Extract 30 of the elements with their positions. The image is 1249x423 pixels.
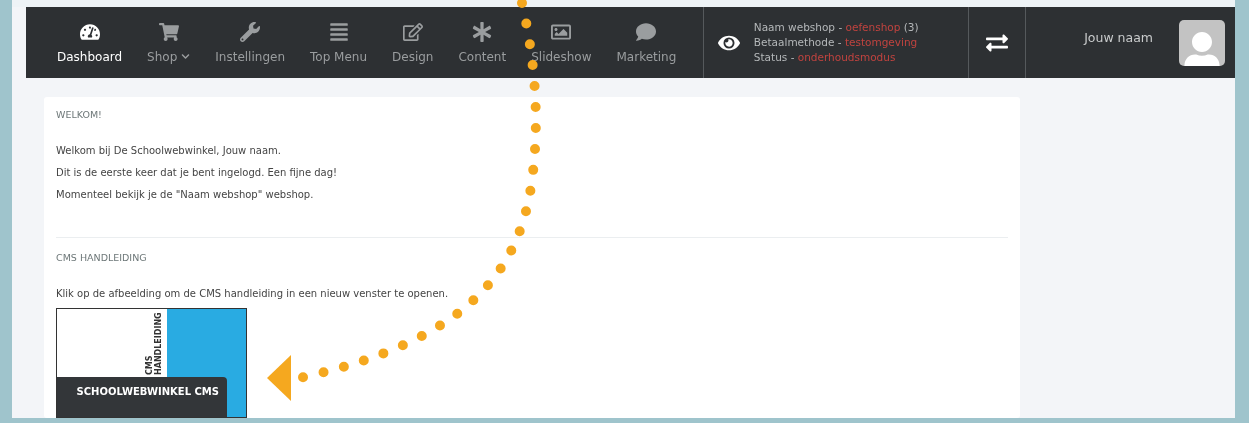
swap-arrows-icon bbox=[985, 31, 1008, 54]
nav-item[interactable]: Slideshow bbox=[518, 7, 604, 78]
asterisk-icon bbox=[472, 21, 493, 42]
nav-item[interactable]: Shop bbox=[134, 7, 203, 78]
nav-item[interactable]: Top Menu bbox=[297, 7, 380, 78]
manual-cover-thumbnail[interactable]: CMS HANDLEIDING SCHOOLWEBWINKEL CMS bbox=[56, 308, 247, 418]
nav-item[interactable]: Design bbox=[379, 7, 446, 78]
nav-item[interactable]: Dashboard bbox=[26, 7, 135, 78]
gauge-icon bbox=[79, 21, 100, 42]
cart-icon bbox=[158, 21, 179, 42]
section-heading: CMS HANDLEIDING bbox=[56, 252, 148, 263]
welcome-text: Momenteel bekijk je de "Naam webshop" webshop. bbox=[56, 189, 315, 200]
avatar-placeholder[interactable] bbox=[1179, 19, 1225, 66]
wrench-icon bbox=[240, 21, 261, 42]
welcome-text: Welkom bij De Schoolwebwinkel, Jouw naam. bbox=[56, 145, 282, 156]
webshop-info-line: Betaalmethode - testomgeving bbox=[753, 35, 919, 50]
cover-spine-title: CMS HANDLEIDING bbox=[145, 311, 163, 375]
nav-item[interactable]: Marketing bbox=[604, 7, 689, 78]
nav-item[interactable]: Content bbox=[445, 7, 519, 78]
lines-icon bbox=[328, 21, 349, 42]
cover-title: SCHOOLWEBWINKEL CMS bbox=[76, 386, 219, 398]
section-heading: WELKOM! bbox=[56, 109, 103, 120]
manual-instruction: Klik op de afbeelding om de CMS handleiding in een nieuw venster te openen. bbox=[56, 288, 450, 299]
webshop-info-line: Naam webshop - oefenshop (3) bbox=[753, 20, 919, 35]
nav-item[interactable]: Instellingen bbox=[202, 7, 298, 78]
welcome-text: Dit is de eerste keer dat je bent ingelogd. Een fijne dag! bbox=[56, 167, 339, 178]
user-name[interactable]: Jouw naam bbox=[1084, 30, 1153, 45]
edit-icon bbox=[402, 21, 423, 42]
webshop-info-line: Status - onderhoudsmodus bbox=[753, 50, 897, 65]
speech-bubble-icon bbox=[636, 21, 657, 42]
